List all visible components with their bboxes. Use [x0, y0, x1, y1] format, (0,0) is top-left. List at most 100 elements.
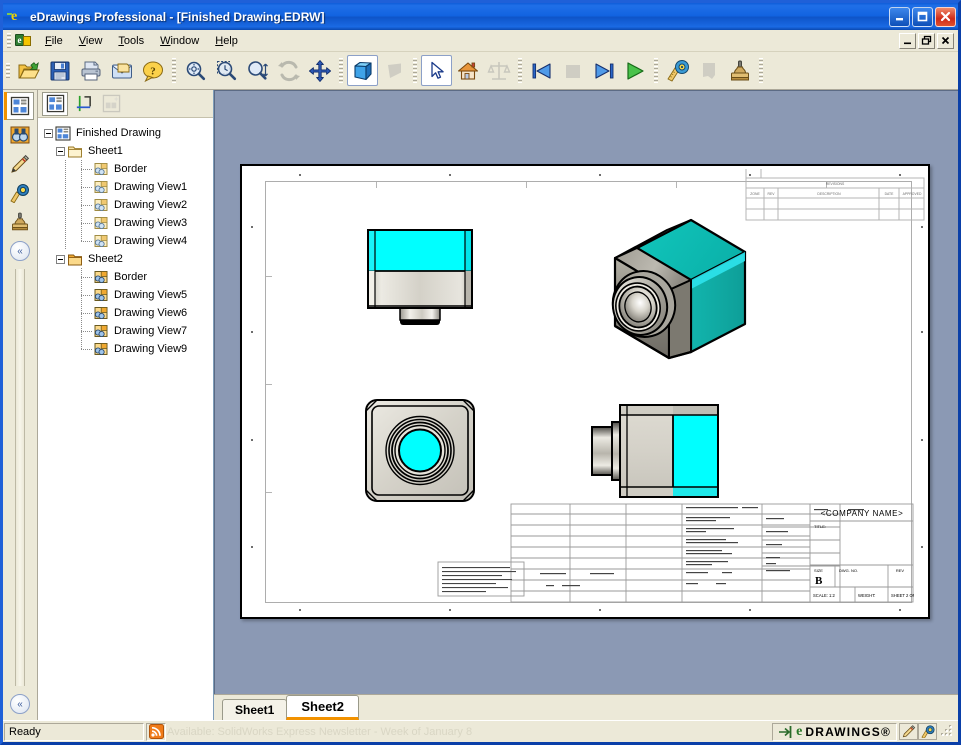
title-block-scale-label: SCALE: 1:2 — [813, 593, 836, 598]
tree-node-drawing-view5[interactable]: Drawing View5 — [44, 286, 213, 304]
shaded-no-edges-button[interactable] — [378, 55, 409, 86]
tree-node-sheet2[interactable]: Sheet2 — [44, 250, 213, 268]
rotate-button[interactable] — [273, 55, 304, 86]
save-button[interactable] — [44, 55, 75, 86]
revision-table[interactable]: REVISIONS ZONE REV DESCRIPTION DATE APPR… — [739, 169, 925, 221]
sidebar-collapse-bottom-button[interactable]: « — [10, 694, 30, 714]
menu-item-help[interactable]: Help — [207, 33, 246, 49]
mdi-close-button[interactable] — [937, 32, 954, 49]
menu-item-window[interactable]: Window — [152, 33, 207, 49]
drawing-view-front[interactable] — [360, 222, 480, 335]
menu-grip[interactable] — [7, 32, 11, 49]
sidebar-item-stamp[interactable] — [6, 208, 34, 236]
title-block-weight-label: WEIGHT: — [858, 593, 875, 598]
first-view-button[interactable] — [526, 55, 557, 86]
print-button[interactable] — [75, 55, 106, 86]
maximize-button[interactable] — [912, 6, 933, 27]
minimize-button[interactable] — [889, 6, 910, 27]
zoom-window-button[interactable] — [211, 55, 242, 86]
tree-node-drawing-view1[interactable]: Drawing View1 — [44, 178, 213, 196]
tree-layout-icon — [46, 94, 64, 113]
pencil-icon — [11, 154, 30, 173]
svg-text:REV: REV — [768, 192, 776, 196]
tree-view-button[interactable] — [42, 91, 68, 116]
sidebar-item-markup[interactable] — [6, 150, 34, 178]
status-measure-icon[interactable] — [918, 723, 937, 740]
menu-item-tools[interactable]: Tools — [110, 33, 152, 49]
title-block[interactable]: <COMPANY NAME> TITLE: SIZE B DWG. NO. RE… — [510, 503, 920, 603]
drawing-view-side[interactable] — [590, 394, 722, 507]
title-block-dwgno-label: DWG. NO. — [839, 568, 858, 573]
stamp-button[interactable] — [724, 55, 755, 86]
zoom-to-area-button[interactable] — [180, 55, 211, 86]
status-newsletter-ticker[interactable]: Available: SolidWorks Express Newsletter… — [167, 726, 772, 738]
body-area: « « Finished Drawing Sheet1 Border Drawi… — [3, 90, 958, 720]
binoculars-icon — [10, 126, 30, 144]
tree-node-drawing-view3[interactable]: Drawing View3 — [44, 214, 213, 232]
sidebar-item-measure[interactable] — [6, 179, 34, 207]
status-markup-icon[interactable] — [899, 723, 918, 740]
balance-button[interactable] — [483, 55, 514, 86]
sidebar-item-review[interactable] — [6, 121, 34, 149]
notes-block — [437, 561, 525, 597]
component-tree-panel: Finished Drawing Sheet1 Border Drawing V… — [38, 90, 214, 720]
svg-text:DATE: DATE — [885, 192, 895, 196]
mdi-minimize-button[interactable] — [899, 32, 916, 49]
tree-node-drawing-view7[interactable]: Drawing View7 — [44, 322, 213, 340]
status-ready-text: Ready — [4, 722, 144, 741]
toolbar-separator-2 — [339, 57, 343, 84]
tree-node-sheet1-border[interactable]: Border — [44, 160, 213, 178]
menu-item-view[interactable]: View — [71, 33, 111, 49]
resize-grip[interactable] — [940, 723, 956, 740]
svg-text:APPROVED: APPROVED — [903, 192, 922, 196]
help-button[interactable]: ? — [137, 55, 168, 86]
drawing-view-top[interactable] — [360, 394, 480, 507]
tree-node-root[interactable]: Finished Drawing — [44, 124, 213, 142]
tree-expander-root[interactable] — [44, 128, 53, 138]
application-window: e eDrawings Professional - [Finished Dra… — [0, 0, 961, 745]
brand-text: DRAWINGS® — [805, 724, 891, 739]
tree-node-sheet1[interactable]: Sheet1 — [44, 142, 213, 160]
mdi-restore-button[interactable] — [918, 32, 935, 49]
menu-item-file[interactable]: FFileile — [37, 33, 71, 49]
markup-button[interactable] — [693, 55, 724, 86]
next-view-button[interactable] — [588, 55, 619, 86]
drawing-canvas[interactable]: REVISIONS ZONE REV DESCRIPTION DATE APPR… — [214, 90, 958, 694]
rss-feed-icon[interactable] — [146, 722, 166, 741]
tree-node-drawing-view9[interactable]: Drawing View9 — [44, 340, 213, 358]
send-mail-button[interactable] — [106, 55, 137, 86]
sheet-tab-sheet1[interactable]: Sheet1 — [222, 699, 288, 720]
window-title: eDrawings Professional - [Finished Drawi… — [30, 9, 325, 24]
status-bar: Ready Available: SolidWorks Express News… — [3, 720, 958, 742]
tree-item-label: Drawing View5 — [114, 289, 188, 301]
tree-node-drawing-view6[interactable]: Drawing View6 — [44, 304, 213, 322]
select-tool-button[interactable] — [421, 55, 452, 86]
view-icon — [93, 288, 109, 303]
tree-expander-sheet2[interactable] — [56, 254, 65, 264]
sidebar-item-component-tree[interactable] — [4, 92, 34, 120]
tree-node-drawing-view2[interactable]: Drawing View2 — [44, 196, 213, 214]
home-view-button[interactable] — [452, 55, 483, 86]
title-block-company-name: <COMPANY NAME> — [821, 509, 904, 518]
tree-node-drawing-view4[interactable]: Drawing View4 — [44, 232, 213, 250]
drawing-view-isometric[interactable] — [597, 206, 757, 371]
tree-expander-sheet1[interactable] — [56, 146, 65, 156]
measure-button[interactable] — [662, 55, 693, 86]
play-button[interactable] — [619, 55, 650, 86]
new-view-button[interactable] — [98, 92, 124, 116]
close-button[interactable] — [935, 6, 956, 27]
tree-panel-icon — [10, 96, 30, 116]
tree-node-sheet2-border[interactable]: Border — [44, 268, 213, 286]
tree-item-label: Border — [114, 271, 148, 283]
sheet-tab-sheet2[interactable]: Sheet2 — [286, 695, 359, 720]
tree-item-label: Drawing View3 — [114, 217, 188, 229]
open-button[interactable] — [13, 55, 44, 86]
drawing-sheet[interactable]: REVISIONS ZONE REV DESCRIPTION DATE APPR… — [240, 164, 930, 619]
zoom-in-out-button[interactable] — [242, 55, 273, 86]
pan-button[interactable] — [304, 55, 335, 86]
shaded-view-button[interactable] — [347, 55, 378, 86]
sidebar-collapse-top-button[interactable]: « — [10, 241, 30, 261]
toolbar-grip-1[interactable] — [6, 62, 10, 79]
stop-button[interactable] — [557, 55, 588, 86]
origin-axes-button[interactable] — [70, 92, 96, 116]
